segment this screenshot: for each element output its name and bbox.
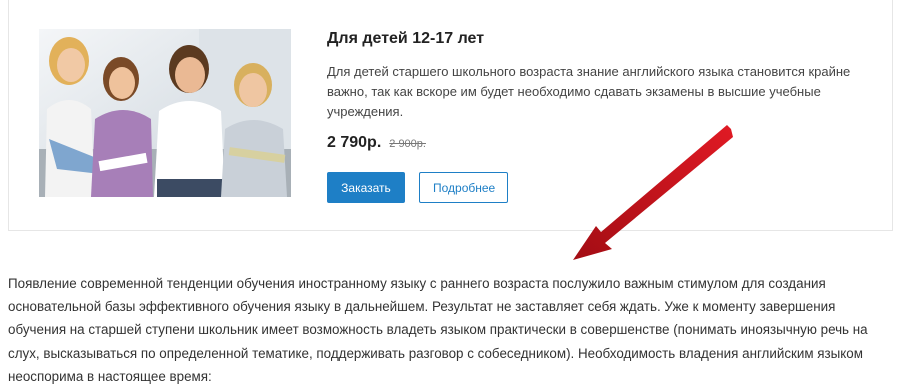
order-button[interactable]: Заказать xyxy=(327,172,405,203)
details-button[interactable]: Подробнее xyxy=(419,172,508,203)
teenagers-photo-image xyxy=(39,29,291,197)
current-price: 2 790р. xyxy=(327,134,382,151)
price-row: 2 790р. 2 900р. xyxy=(327,134,426,152)
product-photo[interactable] xyxy=(39,29,291,197)
old-price: 2 900р. xyxy=(389,138,426,150)
product-description: Для детей старшего школьного возраста зн… xyxy=(327,64,851,119)
product-title: Для детей 12-17 лет xyxy=(327,30,485,47)
article-paragraph: Появление современной тенденции обучения… xyxy=(8,276,868,384)
product-card: Для детей 12-17 лет Для детей старшего ш… xyxy=(8,0,893,231)
